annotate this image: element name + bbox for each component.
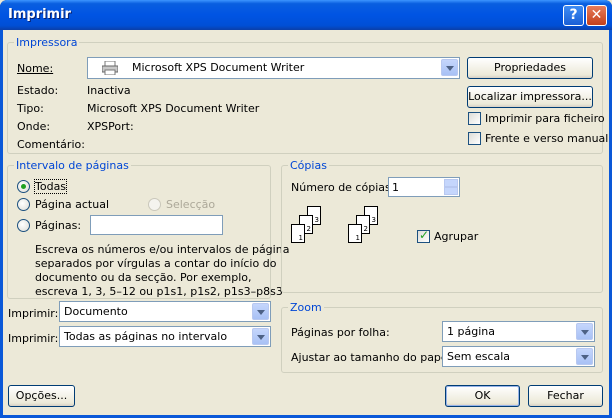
page-icon: 1 (348, 224, 362, 243)
printer-type-label: Tipo: (17, 102, 44, 115)
page-range-legend: Intervalo de páginas (14, 159, 131, 172)
collate-label[interactable]: Agrupar (434, 230, 478, 243)
printer-icon (101, 60, 119, 76)
help-button[interactable]: ? (563, 5, 584, 26)
spinner-up-icon[interactable] (444, 179, 458, 187)
manual-duplex-label[interactable]: Frente e verso manual (485, 132, 608, 145)
close-button[interactable]: Fechar (528, 385, 603, 407)
page-range-help-line1: Escreva os números e/ou intervalos de pá… (35, 243, 290, 256)
zoom-group: Zoom Páginas por folha: 1 página Ajustar… (281, 301, 603, 373)
page-range-group: Intervalo de páginas Todas Página actual… (7, 159, 289, 299)
collate-illustration: 3 2 1 3 2 1 (290, 206, 410, 261)
range-current-label[interactable]: Página actual (35, 198, 109, 211)
range-pages-radio[interactable] (17, 219, 30, 232)
chevron-down-icon[interactable] (576, 348, 593, 365)
printer-name-label: Nome: (17, 62, 54, 75)
title-bar[interactable]: Imprimir ? ✕ (0, 0, 612, 30)
radio-selected-dot (21, 184, 26, 189)
range-selection-label: Selecção (166, 198, 216, 211)
properties-button[interactable]: Propriedades (467, 57, 593, 79)
close-window-button[interactable]: ✕ (586, 5, 607, 26)
printer-status-label: Estado: (17, 84, 59, 97)
manual-duplex-checkbox[interactable] (468, 132, 481, 145)
copies-legend: Cópias (288, 159, 329, 172)
scale-to-paper-value: Sem escala (447, 350, 511, 363)
collate-checkbox[interactable]: ✓ (417, 228, 430, 243)
copies-group: Cópias Número de cópias: 1 3 2 1 3 2 1 ✓… (281, 159, 603, 293)
printer-where-label: Onde: (17, 120, 51, 133)
chevron-down-icon[interactable] (576, 323, 593, 340)
print-pages-select[interactable]: Todas as páginas no intervalo (59, 326, 271, 347)
print-to-file-checkbox[interactable] (468, 112, 481, 125)
dialog-title: Imprimir (8, 7, 71, 22)
page-range-input[interactable] (90, 215, 223, 235)
print-dialog: Imprimir ? ✕ Impressora Nome: Microsoft … (0, 0, 612, 418)
printer-type-value: Microsoft XPS Document Writer (87, 102, 260, 115)
scale-to-paper-label: Ajustar ao tamanho do papel: (291, 351, 455, 364)
chevron-down-icon[interactable] (252, 303, 269, 320)
options-button[interactable]: Opções... (8, 385, 75, 407)
range-selection-radio[interactable] (148, 198, 161, 211)
dialog-body: Impressora Nome: Microsoft XPS Document … (3, 30, 609, 415)
print-what-value: Documento (64, 305, 128, 318)
range-pages-label[interactable]: Páginas: (35, 219, 81, 232)
page-icon: 1 (291, 224, 305, 243)
checkmark-icon: ✓ (419, 228, 430, 242)
copies-count-label: Número de cópias: (291, 181, 395, 194)
chevron-down-icon[interactable] (441, 59, 458, 76)
print-what-select[interactable]: Documento (59, 301, 271, 322)
page-range-help-line4: escreva 1, 3, 5–12 ou p1s1, p1s2, p1s3–p… (35, 285, 283, 298)
pages-per-sheet-value: 1 página (447, 325, 495, 338)
zoom-legend: Zoom (288, 301, 324, 314)
printer-name-value: Microsoft XPS Document Writer (132, 61, 305, 74)
range-current-radio[interactable] (17, 198, 30, 211)
range-all-label[interactable]: Todas (33, 179, 68, 194)
printer-name-select[interactable]: Microsoft XPS Document Writer (87, 57, 460, 79)
spinner-down-icon[interactable] (444, 187, 458, 195)
pages-per-sheet-label: Páginas por folha: (291, 326, 390, 339)
page-range-help-line3: documento ou da secção. Por exemplo, (35, 271, 252, 284)
print-pages-value: Todas as páginas no intervalo (64, 330, 228, 343)
printer-status-value: Inactiva (87, 84, 131, 97)
printer-comment-label: Comentário: (17, 138, 85, 151)
ok-button[interactable]: OK (445, 385, 520, 407)
print-to-file-label[interactable]: Imprimir para ficheiro (485, 112, 605, 125)
copies-count-input[interactable]: 1 (388, 177, 460, 197)
pages-per-sheet-select[interactable]: 1 página (442, 321, 595, 342)
printer-where-value: XPSPort: (87, 120, 134, 133)
printer-group: Impressora Nome: Microsoft XPS Document … (7, 36, 608, 154)
print-pages-label: Imprimir: (8, 332, 59, 345)
page-range-help-line2: separados por vírgulas a contar do iníci… (35, 257, 277, 270)
scale-to-paper-select[interactable]: Sem escala (442, 346, 595, 367)
chevron-down-icon[interactable] (252, 328, 269, 345)
range-all-radio[interactable] (17, 180, 30, 193)
printer-group-legend: Impressora (14, 36, 80, 49)
find-printer-button[interactable]: Localizar impressora... (467, 86, 593, 108)
print-what-label: Imprimir: (8, 307, 59, 320)
